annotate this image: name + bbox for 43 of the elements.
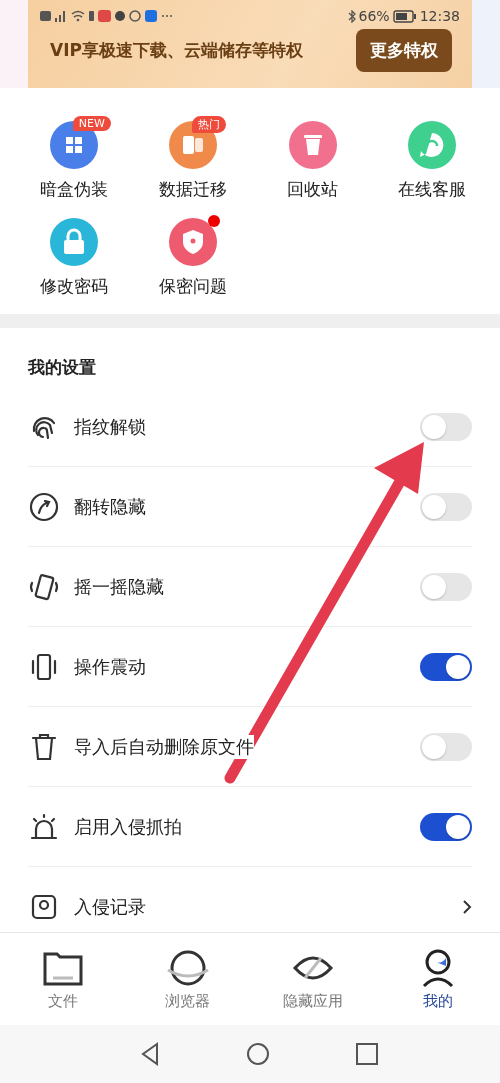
nav-tab[interactable]: 文件 <box>0 933 125 1025</box>
nav-tab[interactable]: 我的 <box>375 933 500 1025</box>
tool-label: 保密问题 <box>159 275 228 298</box>
flip-icon <box>28 490 60 523</box>
chat-bubble-icon <box>115 11 125 21</box>
toggle-switch[interactable] <box>420 732 472 761</box>
recents-icon[interactable] <box>356 1043 378 1065</box>
home-icon[interactable] <box>246 1042 270 1066</box>
back-icon[interactable] <box>140 1042 160 1066</box>
toggle-switch[interactable] <box>420 812 472 841</box>
tool-label: 暗盒伪装 <box>39 178 108 201</box>
section-title: 我的设置 <box>28 356 97 379</box>
app-notification-icon <box>98 10 111 22</box>
tool-label: 数据迁移 <box>159 178 228 201</box>
setting-label: 导入后自动删除原文件 <box>74 734 254 759</box>
battery-icon <box>392 9 417 23</box>
setting-label: 启用入侵抓拍 <box>74 814 182 839</box>
vip-text: VIP享极速下载、云端储存等特权 <box>50 38 303 62</box>
tool-item[interactable]: 修改密码 <box>14 217 134 298</box>
tool-item[interactable]: 回收站 <box>253 120 373 201</box>
tool-label: 修改密码 <box>39 275 108 298</box>
more-icon <box>161 14 173 18</box>
battery-percent: 66% <box>358 8 390 24</box>
toggle-switch[interactable] <box>420 412 472 441</box>
signal-icon <box>55 10 67 22</box>
hd-icon <box>40 11 51 21</box>
tool-item[interactable]: 保密问题 <box>133 217 253 298</box>
wifi-icon <box>71 10 85 22</box>
chevron-icon <box>462 898 472 915</box>
toggle-switch[interactable] <box>420 492 472 521</box>
tool-badge: 热门 <box>192 116 227 133</box>
tool-label: 回收站 <box>287 178 339 201</box>
bluetooth-icon <box>347 9 356 23</box>
nav-tab[interactable]: 浏览器 <box>125 933 250 1025</box>
toggle-switch[interactable] <box>420 652 472 681</box>
tool-label: 在线客服 <box>398 178 467 201</box>
nav-tab[interactable]: 隐藏应用 <box>250 933 375 1025</box>
toggle-switch[interactable] <box>420 572 472 601</box>
battery-alert-icon <box>89 11 94 21</box>
clock: 12:38 <box>419 8 460 24</box>
tool-badge: NEW <box>72 116 111 131</box>
tool-item[interactable]: 在线客服 <box>372 120 492 201</box>
more-privileges-button[interactable]: 更多特权 <box>356 28 452 72</box>
